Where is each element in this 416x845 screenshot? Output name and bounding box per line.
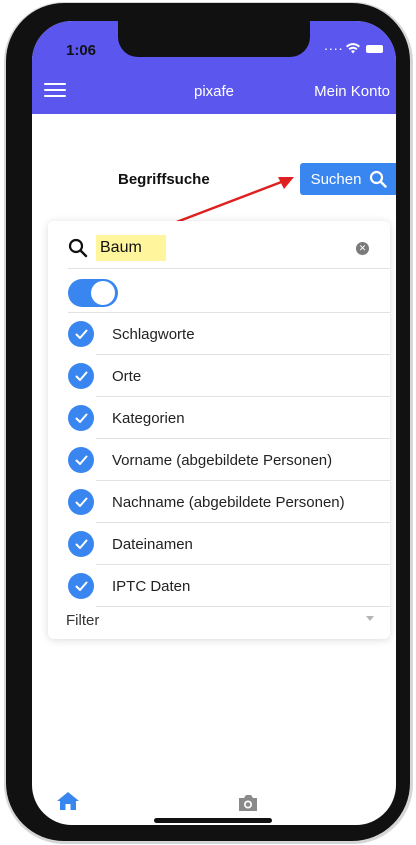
home-indicator <box>154 818 272 823</box>
checkmark-icon <box>75 581 87 591</box>
option-row[interactable]: IPTC Daten <box>48 565 390 607</box>
checkmark-icon <box>75 539 87 549</box>
search-options-card: ✕ Schlagworte Orte Kategorien Vorname (abge… <box>48 221 390 639</box>
option-row[interactable]: Schlagworte <box>48 313 390 355</box>
search-input[interactable] <box>96 235 166 261</box>
checkbox[interactable] <box>68 573 94 599</box>
filter-dropdown[interactable]: Filter <box>48 606 390 636</box>
camera-icon[interactable] <box>237 794 259 812</box>
clear-icon[interactable]: ✕ <box>356 242 369 255</box>
option-row[interactable]: Kategorien <box>48 397 390 439</box>
toggle-row <box>48 271 390 313</box>
search-icon <box>68 238 88 258</box>
filter-label: Filter <box>66 612 100 629</box>
option-label: Dateinamen <box>112 536 193 553</box>
home-icon[interactable] <box>56 791 80 811</box>
chevron-down-icon <box>366 616 374 621</box>
checkmark-icon <box>75 329 87 339</box>
search-row: ✕ <box>48 229 390 269</box>
option-label: Schlagworte <box>112 326 195 343</box>
screen: 1:06 .... pixafe Mein Konto Begriffsuche… <box>32 21 396 825</box>
divider <box>68 268 390 269</box>
checkbox[interactable] <box>68 405 94 431</box>
checkbox[interactable] <box>68 321 94 347</box>
option-row[interactable]: Dateinamen <box>48 523 390 565</box>
device-frame: 1:06 .... pixafe Mein Konto Begriffsuche… <box>6 3 410 841</box>
checkmark-icon <box>75 497 87 507</box>
checkbox[interactable] <box>68 447 94 473</box>
option-row[interactable]: Vorname (abgebildete Personen) <box>48 439 390 481</box>
search-toggle[interactable] <box>68 279 118 307</box>
checkbox[interactable] <box>68 489 94 515</box>
option-label: Orte <box>112 368 142 385</box>
checkmark-icon <box>75 371 87 381</box>
option-label: Vorname (abgebildete Personen) <box>112 452 333 469</box>
checkbox[interactable] <box>68 363 94 389</box>
toggle-knob <box>91 281 115 305</box>
option-label: IPTC Daten <box>112 578 191 595</box>
option-row[interactable]: Nachname (abgebildete Personen) <box>48 481 390 523</box>
option-label: Kategorien <box>112 410 185 427</box>
annotation-arrow <box>173 177 294 225</box>
option-row[interactable]: Orte <box>48 355 390 397</box>
checkmark-icon <box>75 455 87 465</box>
checkmark-icon <box>75 413 87 423</box>
option-label: Nachname (abgebildete Personen) <box>112 494 345 511</box>
checkbox[interactable] <box>68 531 94 557</box>
